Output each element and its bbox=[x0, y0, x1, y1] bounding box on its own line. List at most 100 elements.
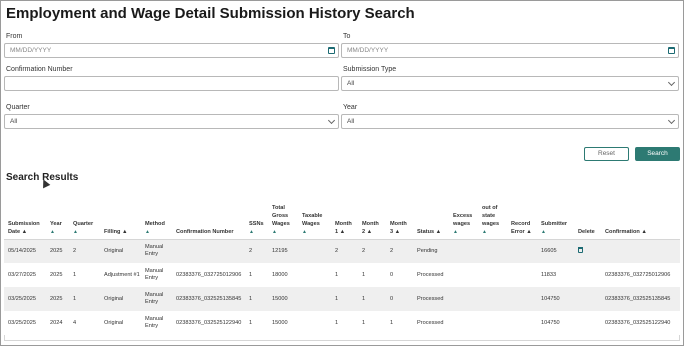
cell-record-error bbox=[507, 287, 537, 311]
year-label: Year bbox=[343, 104, 358, 111]
cell-month-3: 0 bbox=[386, 287, 413, 311]
cell-delete bbox=[574, 263, 601, 287]
column-header-line: ▲ bbox=[453, 228, 458, 235]
quarter-select[interactable]: All bbox=[4, 114, 339, 129]
cell-submitter: 104750 bbox=[537, 287, 574, 311]
cell-method-line: Manual bbox=[145, 268, 164, 274]
cell-total-gross-wages: 12195 bbox=[268, 239, 298, 263]
cell-method-line: Entry bbox=[145, 251, 159, 258]
column-header-line: Month bbox=[335, 220, 352, 227]
search-button[interactable]: Search bbox=[635, 147, 680, 161]
reset-button[interactable]: Reset bbox=[584, 147, 629, 161]
column-header-line: Date ▲ bbox=[8, 228, 28, 235]
cell-method: Manual Entry bbox=[141, 263, 172, 287]
cell-year: 2025 bbox=[46, 287, 69, 311]
table-row[interactable]: 03/25/2025 2024 4 Original Manual Entry 023833… bbox=[4, 311, 680, 335]
cell-total-gross-wages: 18000 bbox=[268, 263, 298, 287]
from-date-input[interactable]: MM/DD/YYYY bbox=[4, 43, 339, 58]
cell-month-1: 2 bbox=[331, 239, 358, 263]
cell-month-1: 1 bbox=[331, 311, 358, 335]
cell-method-line: Entry bbox=[145, 299, 159, 305]
column-header[interactable]: Quarter ▲ bbox=[69, 191, 100, 240]
to-date-input[interactable]: MM/DD/YYYY bbox=[341, 43, 679, 58]
submission-type-value: All bbox=[347, 80, 355, 87]
cell-confirmation: 02383376_032525122940 bbox=[601, 311, 680, 335]
cell-record-error bbox=[507, 239, 537, 263]
year-select[interactable]: All bbox=[341, 114, 679, 129]
table-row[interactable]: 05/14/2025 2025 2 Original Manual Entry 2 12195… bbox=[4, 239, 680, 263]
column-header-line: Month bbox=[362, 220, 379, 227]
column-header[interactable]: Method ▲ bbox=[141, 191, 172, 240]
cell-quarter: 1 bbox=[69, 263, 100, 287]
cell-confirmation: 02383376_032525135845 bbox=[601, 287, 680, 311]
submission-type-select[interactable]: All bbox=[341, 76, 679, 91]
column-header-line: Status ▲ bbox=[417, 228, 442, 235]
column-header[interactable]: Filling ▲ bbox=[100, 191, 141, 240]
from-label: From bbox=[6, 33, 23, 40]
cell-taxable-wages bbox=[298, 239, 331, 263]
column-header[interactable]: SSNs ▲ bbox=[245, 191, 268, 240]
column-header-line: Error ▲ bbox=[511, 228, 532, 235]
column-header[interactable]: Month 1 ▲ bbox=[331, 191, 358, 240]
cell-month-2: 1 bbox=[358, 287, 386, 311]
column-header-line: ▲ bbox=[482, 228, 487, 235]
cell-confirmation: 02383376_032725012906 bbox=[601, 263, 680, 287]
column-header-line: ▲ bbox=[272, 228, 277, 235]
cell-delete bbox=[574, 311, 601, 335]
cell-year: 2024 bbox=[46, 311, 69, 335]
cell-month-1: 1 bbox=[331, 263, 358, 287]
column-header-line: Wages bbox=[302, 220, 320, 227]
column-header-line: ▲ bbox=[249, 228, 254, 235]
column-header-line: 2 ▲ bbox=[362, 228, 373, 235]
year-value: All bbox=[347, 118, 355, 125]
column-header[interactable]: Confirmation ▲ bbox=[601, 191, 680, 240]
column-header-line: ▲ bbox=[73, 228, 78, 235]
cell-method-line: Entry bbox=[145, 275, 159, 281]
submission-type-label: Submission Type bbox=[343, 66, 397, 73]
page-title: Employment and Wage Detail Submission Hi… bbox=[6, 5, 415, 22]
column-header[interactable]: Delete bbox=[574, 191, 601, 240]
trash-icon[interactable] bbox=[578, 246, 583, 253]
cell-total-gross-wages: 15000 bbox=[268, 311, 298, 335]
cell-delete bbox=[574, 239, 601, 263]
cell-year: 2025 bbox=[46, 239, 69, 263]
cell-ssns: 1 bbox=[245, 311, 268, 335]
cell-filling: Original bbox=[100, 311, 141, 335]
chevron-down-icon bbox=[667, 78, 676, 87]
column-header[interactable]: Submitter ▲ bbox=[537, 191, 574, 240]
cell-confirmation-number: 02383376_032525135845 bbox=[172, 287, 245, 311]
column-header-line: Submission bbox=[8, 220, 40, 227]
column-header[interactable]: Status ▲ bbox=[413, 191, 449, 240]
column-header[interactable]: Taxable Wages ▲ bbox=[298, 191, 331, 240]
confirmation-number-input[interactable] bbox=[4, 76, 339, 91]
column-header-line: Confirmation ▲ bbox=[605, 228, 647, 235]
column-header[interactable]: Confirmation Number bbox=[172, 191, 245, 240]
table-row[interactable]: 03/27/2025 2025 1 Adjustment #1 Manual Entry 0… bbox=[4, 263, 680, 287]
column-header-line: Method bbox=[145, 220, 165, 227]
table-row[interactable]: 03/25/2025 2025 1 Original Manual Entry 023833… bbox=[4, 287, 680, 311]
column-header[interactable]: Record Error ▲ bbox=[507, 191, 537, 240]
column-header-line: Record bbox=[511, 220, 531, 227]
calendar-icon[interactable] bbox=[328, 47, 335, 54]
cell-record-error bbox=[507, 263, 537, 287]
cell-filling: Original bbox=[100, 239, 141, 263]
column-header-line: Taxable bbox=[302, 212, 323, 219]
column-header[interactable]: Month 2 ▲ bbox=[358, 191, 386, 240]
column-header[interactable]: Excess wages ▲ bbox=[449, 191, 478, 240]
table-header-row: Submission Date ▲ Year ▲ Quarter ▲ Filling ▲ Me… bbox=[4, 191, 680, 240]
confirmation-number-label: Confirmation Number bbox=[6, 66, 73, 73]
column-header[interactable]: Submission Date ▲ bbox=[4, 191, 46, 240]
column-header-line: Confirmation Number bbox=[176, 228, 234, 235]
column-header-line: wages bbox=[482, 220, 500, 227]
cell-confirmation-number: 02383376_032725012906 bbox=[172, 263, 245, 287]
cell-date: 05/14/2025 bbox=[4, 239, 46, 263]
column-header[interactable]: Year ▲ bbox=[46, 191, 69, 240]
cell-delete bbox=[574, 287, 601, 311]
column-header-line: SSNs bbox=[249, 220, 264, 227]
column-header[interactable]: Month 3 ▲ bbox=[386, 191, 413, 240]
column-header[interactable]: Total Gross Wages ▲ bbox=[268, 191, 298, 240]
column-header[interactable]: out of state wages ▲ bbox=[478, 191, 507, 240]
column-header-line: Submitter bbox=[541, 220, 568, 227]
cell-confirmation bbox=[601, 239, 680, 263]
calendar-icon[interactable] bbox=[668, 47, 675, 54]
